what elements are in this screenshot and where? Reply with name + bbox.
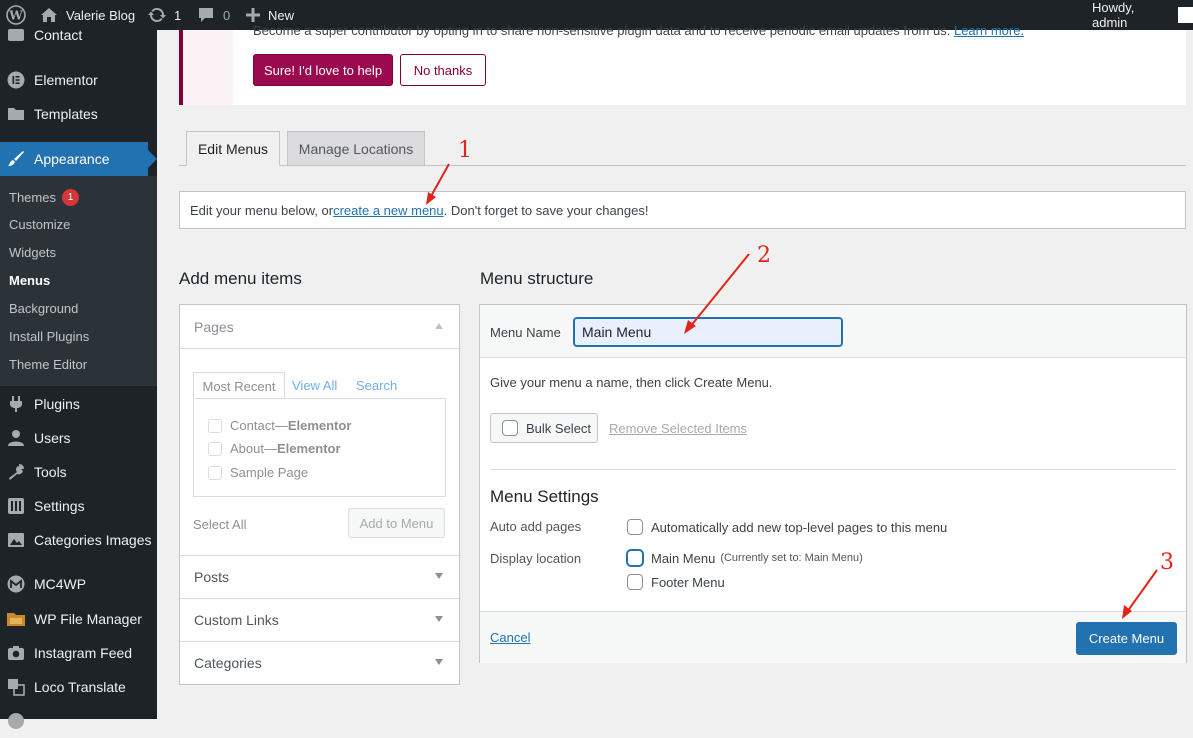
- annotation-overlay: [426, 163, 1158, 619]
- annotation-arrow-3: [1122, 569, 1158, 619]
- annotation-arrow-2: [684, 253, 750, 334]
- annotation-arrow-1: [426, 163, 450, 205]
- annotation-label-2: 2: [757, 243, 771, 268]
- annotation-label-3: 3: [1160, 550, 1174, 575]
- annotation-label-1: 1: [458, 138, 472, 163]
